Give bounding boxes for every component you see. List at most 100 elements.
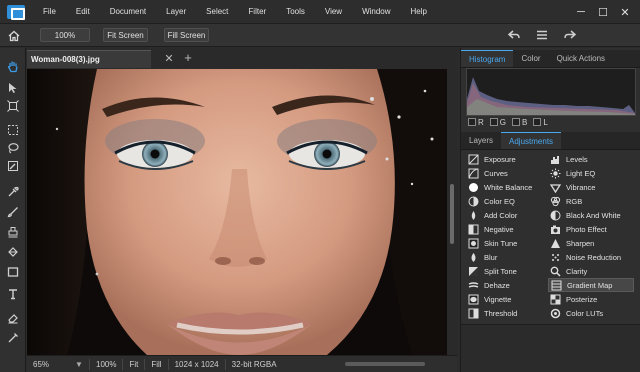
tab-histogram[interactable]: Histogram: [461, 50, 514, 67]
adj-label: Threshold: [484, 308, 518, 318]
zoom-level[interactable]: 65%: [27, 360, 75, 369]
zoom-100-status-button[interactable]: 100%: [89, 358, 122, 370]
channel-b-checkbox[interactable]: B: [512, 118, 527, 127]
menu-view[interactable]: View: [315, 0, 352, 24]
adj-black-and-white[interactable]: Black And White: [548, 208, 634, 222]
tool-magic-wand[interactable]: [4, 158, 22, 174]
tool-brush[interactable]: [4, 204, 22, 220]
tool-stamp[interactable]: [4, 224, 22, 240]
adj-white-balance[interactable]: White Balance: [466, 180, 548, 194]
redo-button[interactable]: [562, 27, 578, 43]
adj-add-color[interactable]: Add Color: [466, 208, 548, 222]
tool-eraser[interactable]: [4, 310, 22, 326]
eyedropper-icon: [8, 186, 19, 197]
bottom-panel-tabs: Layers Adjustments: [461, 132, 640, 150]
menu-help[interactable]: Help: [401, 0, 437, 24]
panel-empty-area: [461, 324, 640, 372]
adj-label: Levels: [566, 154, 588, 164]
adj-color-eq[interactable]: Color EQ: [466, 194, 548, 208]
tool-transform[interactable]: [4, 98, 22, 114]
channel-r-checkbox[interactable]: R: [468, 118, 484, 127]
vertical-scroll-thumb[interactable]: [450, 184, 454, 244]
history-list-button[interactable]: [534, 27, 550, 43]
tool-lasso[interactable]: [4, 140, 22, 156]
image-canvas[interactable]: [27, 69, 447, 355]
tool-eyedropper[interactable]: [4, 184, 22, 200]
histogram-graph: [466, 68, 636, 116]
white-balance-icon: [468, 182, 479, 193]
menu-document[interactable]: Document: [100, 0, 156, 24]
adj-dehaze[interactable]: Dehaze: [466, 278, 548, 292]
adj-vibrance[interactable]: Vibrance: [548, 180, 634, 194]
adj-levels[interactable]: Levels: [548, 152, 634, 166]
tab-color[interactable]: Color: [513, 50, 548, 67]
adj-exposure[interactable]: Exposure: [466, 152, 548, 166]
tab-adjustments[interactable]: Adjustments: [501, 132, 562, 149]
adj-vignette[interactable]: Vignette: [466, 292, 548, 306]
menu-file[interactable]: File: [33, 0, 66, 24]
adj-photo-effect[interactable]: Photo Effect: [548, 222, 634, 236]
adj-split-tone[interactable]: Split Tone: [466, 264, 548, 278]
tool-text[interactable]: [4, 286, 22, 302]
tool-pen[interactable]: [4, 330, 22, 346]
menu-layer[interactable]: Layer: [156, 0, 196, 24]
threshold-icon: [468, 308, 479, 319]
adj-curves[interactable]: Curves: [466, 166, 548, 180]
adj-posterize[interactable]: Posterize: [548, 292, 634, 306]
tool-rect-select[interactable]: [4, 122, 22, 138]
tab-layers[interactable]: Layers: [461, 132, 501, 149]
adj-threshold[interactable]: Threshold: [466, 306, 548, 320]
adj-color-luts[interactable]: Color LUTs: [548, 306, 634, 320]
adj-blur[interactable]: Blur: [466, 250, 548, 264]
tab-quick-actions[interactable]: Quick Actions: [549, 50, 613, 67]
undo-button[interactable]: [506, 27, 522, 43]
adj-gradient-map[interactable]: Gradient Map: [548, 278, 634, 292]
adj-label: Vignette: [484, 294, 512, 304]
menu-select[interactable]: Select: [196, 0, 238, 24]
tool-fill[interactable]: [4, 244, 22, 260]
fill-status-button[interactable]: Fill: [144, 358, 167, 370]
skin-tune-icon: [468, 238, 479, 249]
fill-screen-button[interactable]: Fill Screen: [164, 28, 209, 42]
new-tab-icon[interactable]: +: [182, 50, 194, 65]
tool-shape[interactable]: [4, 264, 22, 280]
vertical-scrollbar[interactable]: [447, 69, 457, 355]
adj-label: Skin Tune: [484, 238, 518, 248]
channel-l-checkbox[interactable]: L: [533, 118, 548, 127]
minimize-button[interactable]: ─: [572, 3, 590, 21]
dehaze-icon: [468, 280, 479, 291]
close-tab-icon[interactable]: ✕: [163, 52, 175, 65]
channel-g-checkbox[interactable]: G: [489, 118, 506, 127]
adj-sharpen[interactable]: Sharpen: [548, 236, 634, 250]
adj-noise-reduction[interactable]: Noise Reduction: [548, 250, 634, 264]
fit-screen-button[interactable]: Fit Screen: [103, 28, 148, 42]
zoom-100-button[interactable]: 100%: [40, 28, 90, 42]
maximize-button[interactable]: ☐: [594, 3, 612, 21]
document-tab[interactable]: Woman-008(3).jpg: [27, 50, 151, 68]
transform-icon: [7, 100, 19, 112]
adj-light-eq[interactable]: Light EQ: [548, 166, 634, 180]
adj-skin-tune[interactable]: Skin Tune: [466, 236, 548, 250]
menu-window[interactable]: Window: [352, 0, 400, 24]
menu-tools[interactable]: Tools: [276, 0, 315, 24]
horizontal-scroll-thumb[interactable]: [345, 362, 425, 366]
history-controls: [506, 27, 578, 43]
brush-icon: [7, 207, 18, 218]
fit-status-button[interactable]: Fit: [122, 358, 144, 370]
home-button[interactable]: [5, 27, 22, 44]
adj-clarity[interactable]: Clarity: [548, 264, 634, 278]
menu-edit[interactable]: Edit: [66, 0, 100, 24]
adj-label: Color EQ: [484, 196, 515, 206]
black-and-white-icon: [550, 210, 561, 221]
zoom-dropdown-icon[interactable]: ▼: [75, 360, 89, 369]
adj-negative[interactable]: Negative: [466, 222, 548, 236]
adj-rgb[interactable]: RGB: [548, 194, 634, 208]
close-button[interactable]: ✕: [616, 3, 634, 21]
tool-move[interactable]: [4, 80, 22, 96]
menu-filter[interactable]: Filter: [238, 0, 276, 24]
adj-label: Noise Reduction: [566, 252, 622, 262]
portrait-photo: [27, 69, 447, 355]
histogram-chart: [467, 77, 635, 115]
checkbox-box: [533, 118, 542, 126]
tool-hand[interactable]: [4, 58, 22, 74]
